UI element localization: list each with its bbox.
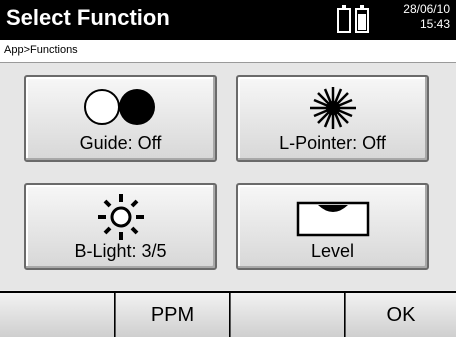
lpointer-button[interactable]: L-Pointer: Off [236, 75, 429, 162]
lpointer-label: L-Pointer: Off [279, 133, 386, 153]
device-screen: Select Function 28/06/10 15:43 App>Funct… [0, 0, 456, 337]
breadcrumb-text: App>Functions [4, 44, 78, 56]
battery-empty-icon [337, 5, 351, 33]
laser-pointer-icon [309, 87, 356, 129]
level-label: Level [310, 241, 355, 261]
datetime: 28/06/10 15:43 [403, 2, 450, 32]
backlight-sun-icon [97, 194, 144, 240]
softkey-bar: PPM OK [0, 291, 456, 337]
title-bar: Select Function 28/06/10 15:43 [0, 0, 456, 40]
battery-full-icon [355, 5, 369, 33]
guide-label: Guide: Off [79, 133, 162, 153]
level-button[interactable]: Level [236, 183, 429, 270]
level-bubble-icon [296, 201, 369, 237]
ppm-label: PPM [150, 304, 195, 326]
screen-title: Select Function [6, 5, 170, 30]
blight-label: B-Light: 3/5 [74, 241, 167, 261]
ok-button[interactable]: OK [345, 293, 456, 337]
guide-button[interactable]: Guide: Off [24, 75, 217, 162]
guide-circles-icon [83, 89, 155, 125]
function-panel: Guide: Off L-Pointer: Off B-Light: 3/5 L… [0, 63, 456, 290]
ok-label: OK [386, 304, 416, 326]
softkey-3[interactable] [230, 293, 344, 337]
time-text: 15:43 [419, 17, 450, 31]
softkey-1[interactable] [0, 293, 114, 337]
breadcrumb: App>Functions [0, 40, 456, 63]
ppm-button[interactable]: PPM [115, 293, 229, 337]
date-text: 28/06/10 [403, 2, 450, 16]
blight-button[interactable]: B-Light: 3/5 [24, 183, 217, 270]
